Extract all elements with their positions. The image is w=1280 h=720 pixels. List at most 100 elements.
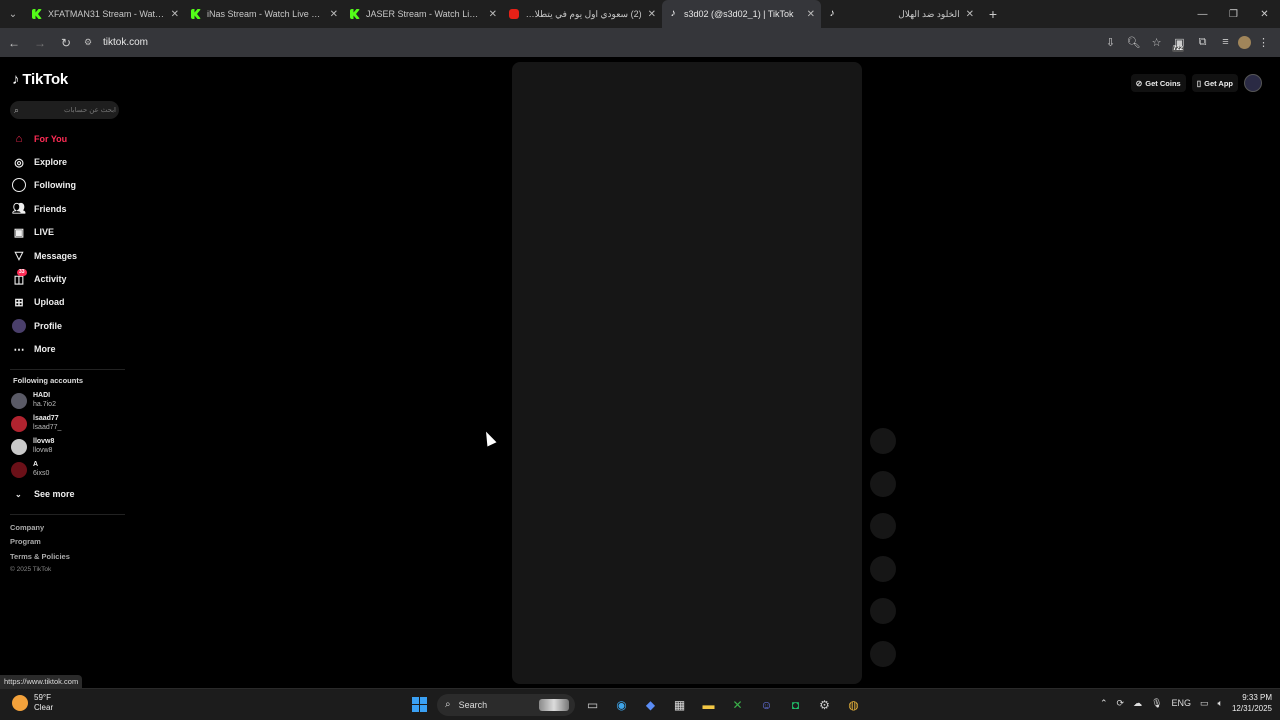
weather-widget[interactable]: 59°F Clear (12, 693, 53, 713)
extensions-puzzle-icon[interactable]: ⧉ (1192, 31, 1213, 53)
account-name: llovw8 (33, 438, 55, 445)
back-button[interactable]: ← (2, 31, 26, 55)
language-indicator[interactable]: ENG (1172, 698, 1192, 708)
media-controls-icon[interactable]: ≡ (1215, 31, 1236, 53)
store-icon[interactable]: ▦ (668, 693, 691, 716)
browser-tab[interactable]: XFATMAN31 Stream - Watch Live on Kick ✕ (26, 0, 185, 28)
upload-icon: ⊞ (14, 296, 24, 309)
chrome-icon[interactable]: ◍ (842, 693, 865, 716)
sidebar-item-live[interactable]: ▣ LIVE (11, 221, 121, 244)
taskbar-search[interactable]: ⌕ Search (437, 693, 575, 716)
discord-icon[interactable]: ☺ (755, 693, 778, 716)
sidebar-item-explore[interactable]: ◎ Explore (11, 150, 121, 173)
browser-profile-avatar[interactable] (1238, 35, 1251, 49)
site-info-icon[interactable]: ⚙ (84, 37, 98, 48)
zoom-icon[interactable]: 🔍︎ (1123, 31, 1144, 53)
search-box[interactable]: ⌕ (10, 101, 119, 119)
forward-button[interactable]: → (28, 31, 52, 55)
sync-icon[interactable]: ⟳ (1117, 698, 1125, 709)
avatar-action-placeholder[interactable] (870, 428, 896, 454)
close-window-button[interactable]: ✕ (1249, 0, 1280, 28)
windows-logo-icon (412, 697, 427, 712)
onedrive-cloud-icon[interactable]: ☁ (1133, 698, 1142, 709)
footer-link-program[interactable]: Program (10, 537, 70, 551)
tray-overflow-chevron-icon[interactable]: ⌃ (1100, 698, 1108, 709)
bookmark-star-icon[interactable]: ☆ (1146, 31, 1167, 53)
tab-close-icon[interactable]: ✕ (171, 9, 179, 20)
windows-taskbar: 59°F Clear ⌕ Search ▭ ◉ ◆ ▦ ▬ ✕ ☺ ◘ ⚙ ◍ … (0, 688, 1280, 720)
account-username: lsaad77_ (33, 423, 62, 431)
tiktok-logo[interactable]: ♪ TikTok (12, 71, 68, 88)
copilot-icon[interactable]: ◆ (639, 693, 662, 716)
sidebar-item-friends[interactable]: 👥︎ Friends (11, 197, 121, 220)
android-app-icon[interactable]: ◘ (784, 693, 807, 716)
account-name: HADI (33, 392, 51, 399)
browser-tab[interactable]: JASER Stream - Watch Live on Kick ✕ (344, 0, 503, 28)
browser-tab[interactable]: (2) سعودي اول يوم في يتطلاديش ✕ (503, 0, 662, 28)
video-player-placeholder[interactable] (512, 62, 862, 684)
sidebar-item-messages[interactable]: ▽ Messages (11, 244, 121, 267)
xbox-icon[interactable]: ✕ (726, 693, 749, 716)
comment-button-placeholder[interactable] (870, 513, 896, 539)
minimize-button[interactable]: — (1187, 0, 1218, 28)
bookmark-button-placeholder[interactable] (870, 555, 896, 582)
divider (10, 369, 125, 370)
get-app-label: Get App (1204, 78, 1233, 88)
browser-tab[interactable]: ♪ الخلود ضد الهلال ✕ (821, 0, 980, 28)
taskbar-apps: ⌕ Search ▭ ◉ ◆ ▦ ▬ ✕ ☺ ◘ ⚙ ◍ (408, 693, 865, 716)
sidebar-item-more[interactable]: ⋯ More (11, 338, 121, 361)
install-app-icon[interactable]: ⇩ (1100, 31, 1121, 53)
get-app-button[interactable]: ▯ Get App (1191, 74, 1238, 92)
clock-date: 12/31/2025 (1231, 704, 1272, 713)
following-account[interactable]: lsaad77 lsaad77_ (11, 415, 61, 432)
sidebar-item-for-you[interactable]: ⌂ For You (11, 127, 121, 150)
new-tab-button[interactable]: + (980, 6, 1006, 22)
tab-search-button[interactable]: ⌄ (0, 0, 26, 28)
extension-icon[interactable]: ▣ 722 (1169, 31, 1190, 53)
sidebar-item-following[interactable]: Following (11, 174, 121, 197)
microphone-icon[interactable]: 🎙︎ (1151, 698, 1162, 709)
taskbar-clock[interactable]: 9:33 PM 12/31/2025 (1232, 692, 1272, 714)
share-button-placeholder[interactable] (870, 598, 896, 624)
like-button-placeholder[interactable] (870, 470, 896, 497)
start-button[interactable] (408, 693, 431, 716)
volume-icon[interactable]: 🔈︎ (1218, 698, 1223, 709)
sidebar-item-upload[interactable]: ⊞ Upload (11, 291, 121, 314)
following-account[interactable]: HADI ha.7io2 (11, 392, 56, 409)
avatar (11, 461, 27, 478)
following-account[interactable]: A 6ixs0 (11, 461, 49, 478)
browser-tab[interactable]: iNas Stream - Watch Live on Kick ✕ (185, 0, 344, 28)
search-input[interactable] (28, 106, 116, 114)
footer-link-terms[interactable]: Terms & Policies (10, 552, 70, 566)
tiktok-icon: ♪ (670, 8, 676, 19)
get-coins-button[interactable]: ⊘ Get Coins (1130, 74, 1186, 92)
kick-icon (191, 9, 201, 19)
tab-close-icon[interactable]: ✕ (648, 9, 656, 20)
address-bar[interactable]: ⚙ tiktok.com (84, 32, 1084, 54)
more-icon: ⋯ (13, 343, 25, 356)
network-icon[interactable]: ▭ (1200, 698, 1209, 709)
sidebar-item-label: Explore (34, 157, 68, 168)
task-view-icon[interactable]: ▭ (581, 693, 604, 716)
sidebar-nav: ⌂ For You ◎ Explore Following 👥︎ Friends ▣ LIVE ▽… (11, 127, 121, 361)
edge-browser-icon[interactable]: ◉ (610, 693, 633, 716)
user-avatar[interactable] (1244, 74, 1262, 92)
see-more-button[interactable]: ⌄ See more (15, 489, 75, 499)
tab-close-icon[interactable]: ✕ (330, 9, 338, 20)
file-explorer-icon[interactable]: ▬ (697, 693, 720, 716)
video-action-buttons (870, 428, 896, 683)
settings-app-icon[interactable]: ⚙ (813, 693, 836, 716)
sidebar-item-profile[interactable]: Profile (11, 314, 121, 337)
browser-tab[interactable]: ♪ s3d02 (@s3d02_1) | TikTok ✕ (662, 0, 821, 28)
restore-button[interactable]: ❐ (1218, 0, 1249, 28)
following-icon (11, 177, 27, 193)
tab-close-icon[interactable]: ✕ (966, 9, 974, 20)
sidebar-item-activity[interactable]: ◫ 33 Activity (11, 267, 121, 290)
browser-menu-icon[interactable]: ⋮ (1253, 31, 1274, 53)
reload-button[interactable]: ↻ (54, 31, 78, 55)
music-disc-placeholder[interactable] (870, 640, 896, 667)
following-account[interactable]: llovw8 llovw8 (11, 438, 54, 455)
tab-close-icon[interactable]: ✕ (807, 9, 815, 20)
tab-close-icon[interactable]: ✕ (489, 9, 497, 20)
footer-link-company[interactable]: Company (10, 523, 70, 537)
